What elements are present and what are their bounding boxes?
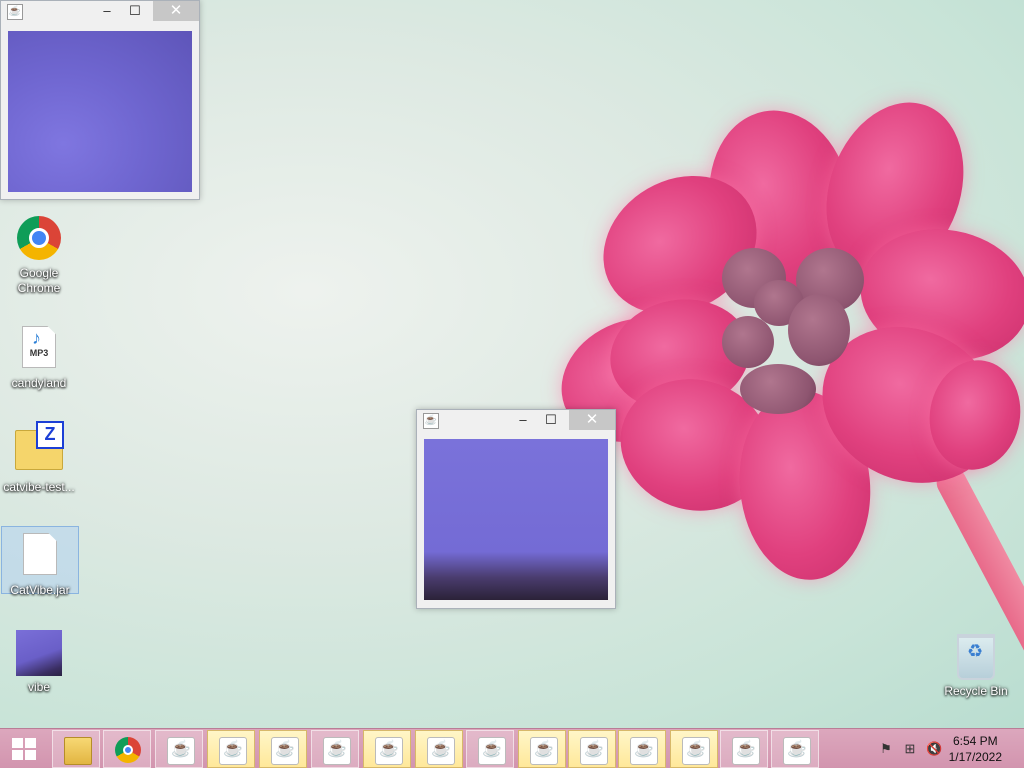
taskbar-java-app[interactable]: ☕ xyxy=(771,730,819,768)
clock-date: 1/17/2022 xyxy=(948,750,1002,764)
taskbar-google-chrome[interactable] xyxy=(103,730,151,768)
java-icon: ☕ xyxy=(580,737,608,765)
taskbar-java-app[interactable]: ☕ xyxy=(618,730,666,768)
java-icon: ☕ xyxy=(423,413,439,429)
video-frame xyxy=(424,439,608,600)
clock[interactable]: 6:54 PM 1/17/2022 xyxy=(949,733,1002,765)
zip-folder-icon: Z xyxy=(15,421,64,478)
java-icon: ☕ xyxy=(478,737,506,765)
desktop-icon-google-chrome[interactable]: Google Chrome xyxy=(1,214,77,296)
taskbar-java-app[interactable]: ☕ xyxy=(720,730,768,768)
wallpaper-flower-bud xyxy=(788,294,850,366)
action-center-flag-icon[interactable]: ⚑ xyxy=(878,741,894,757)
java-icon: ☕ xyxy=(427,737,455,765)
taskbar-java-app[interactable]: ☕ xyxy=(415,730,463,768)
java-icon: ☕ xyxy=(7,4,23,20)
clock-time: 6:54 PM xyxy=(952,734,998,748)
volume-muted-icon[interactable]: 🔇 xyxy=(926,741,942,757)
java-window-1[interactable]: ☕ – ☐ ✕ xyxy=(0,0,200,200)
java-icon: ☕ xyxy=(732,737,760,765)
taskbar-java-app[interactable]: ☕ xyxy=(670,730,718,768)
maximize-button[interactable]: ☐ xyxy=(537,410,565,430)
java-icon: ☕ xyxy=(167,737,195,765)
mp3-file-icon: ♪ MP3 xyxy=(15,326,63,374)
start-button[interactable] xyxy=(0,729,48,768)
java-icon: ☕ xyxy=(530,737,558,765)
java-icon: ☕ xyxy=(375,737,403,765)
jar-file-icon xyxy=(16,533,64,581)
desktop-icon-label: Recycle Bin xyxy=(944,684,1008,698)
desktop-icon-label: vibe xyxy=(27,680,50,694)
desktop[interactable]: Google Chrome ♪ MP3 candyland Z catvibe-t… xyxy=(0,0,1024,728)
desktop-icon-catvibe-jar[interactable]: CatVibe.jar xyxy=(1,526,79,597)
windows-logo-icon xyxy=(12,738,36,760)
desktop-icon-vibe[interactable]: vibe xyxy=(1,630,77,695)
taskbar-java-app[interactable]: ☕ xyxy=(363,730,411,768)
close-button[interactable]: ✕ xyxy=(153,1,199,21)
taskbar-java-app[interactable]: ☕ xyxy=(466,730,514,768)
video-frame xyxy=(8,31,192,192)
close-button[interactable]: ✕ xyxy=(569,410,615,430)
minimize-button[interactable]: – xyxy=(93,1,121,21)
desktop-icon-label: candyland xyxy=(11,376,67,390)
java-icon: ☕ xyxy=(682,737,710,765)
java-icon: ☕ xyxy=(783,737,811,765)
recycle-bin-icon xyxy=(952,634,1000,682)
java-icon: ☕ xyxy=(219,737,247,765)
network-icon[interactable]: ⊞ xyxy=(902,741,918,757)
desktop-icon-catvibe-test[interactable]: Z catvibe-test... xyxy=(1,421,77,495)
desktop-icon-label: CatVibe.jar xyxy=(10,583,70,597)
taskbar-java-app[interactable]: ☕ xyxy=(155,730,203,768)
desktop-icon-recycle-bin[interactable]: Recycle Bin xyxy=(938,630,1014,699)
wallpaper-flower-bud xyxy=(740,364,816,414)
window-titlebar[interactable]: ☕ – ☐ ✕ xyxy=(417,410,615,432)
chrome-icon xyxy=(15,216,63,264)
taskbar-java-app[interactable]: ☕ xyxy=(259,730,307,768)
desktop-icon-label: catvibe-test... xyxy=(3,480,75,494)
maximize-button[interactable]: ☐ xyxy=(121,1,149,21)
chrome-icon xyxy=(115,737,141,763)
taskbar-file-explorer[interactable] xyxy=(52,730,100,768)
wallpaper-flower-bud xyxy=(722,316,774,368)
video-thumbnail-icon xyxy=(15,630,63,678)
desktop-icon-label: Google Chrome xyxy=(17,266,61,295)
desktop-icon-candyland[interactable]: ♪ MP3 candyland xyxy=(1,322,77,391)
minimize-button[interactable]: – xyxy=(509,410,537,430)
java-icon: ☕ xyxy=(323,737,351,765)
java-icon: ☕ xyxy=(630,737,658,765)
taskbar-java-app[interactable]: ☕ xyxy=(311,730,359,768)
file-explorer-icon xyxy=(64,737,92,765)
java-window-2[interactable]: ☕ – ☐ ✕ xyxy=(416,409,616,609)
system-tray: ⚑ ⊞ 🔇 6:54 PM 1/17/2022 xyxy=(864,729,1024,768)
taskbar: ☕ ☕ ☕ ☕ ☕ ☕ ☕ ☕ ☕ ☕ ☕ ☕ ☕ ⚑ ⊞ 🔇 6:54 PM … xyxy=(0,728,1024,768)
java-icon: ☕ xyxy=(271,737,299,765)
window-titlebar[interactable]: ☕ – ☐ ✕ xyxy=(1,1,199,23)
taskbar-java-app[interactable]: ☕ xyxy=(518,730,566,768)
taskbar-java-app[interactable]: ☕ xyxy=(568,730,616,768)
taskbar-java-app[interactable]: ☕ xyxy=(207,730,255,768)
